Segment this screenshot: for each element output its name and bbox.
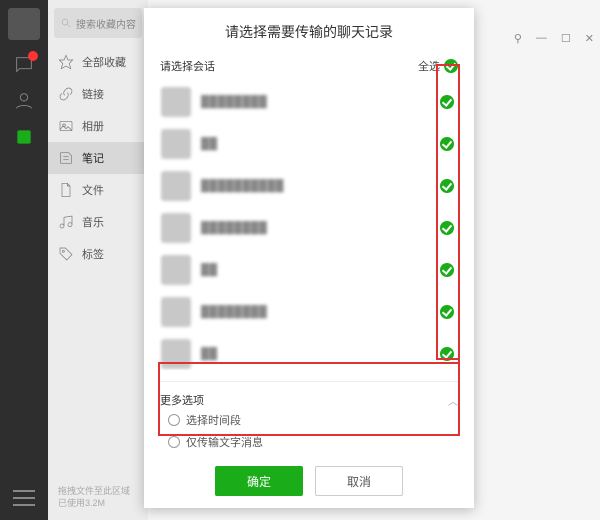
contacts-icon[interactable] [13, 90, 35, 112]
more-options: 选择时间段 仅传输文字消息 [144, 410, 474, 458]
list-item[interactable]: ████████ [159, 207, 458, 249]
conv-name: ██ [201, 264, 218, 276]
search-input[interactable]: 搜索收藏内容 [54, 8, 142, 38]
list-item[interactable]: ██ [159, 333, 458, 371]
sidebar-item-label: 相册 [82, 118, 104, 134]
conv-name: ██████████ [201, 180, 284, 192]
check-icon[interactable] [440, 179, 454, 193]
avatar-thumb [161, 297, 191, 327]
list-item[interactable]: ██ [159, 123, 458, 165]
avatar-thumb [161, 87, 191, 117]
close-icon[interactable]: ✕ [585, 32, 594, 45]
pin-icon[interactable]: ⚲ [514, 32, 522, 45]
sidebar-item-photos[interactable]: 相册 [48, 110, 148, 142]
nav-rail [0, 0, 48, 520]
avatar-thumb [161, 171, 191, 201]
check-icon[interactable] [440, 95, 454, 109]
sidebar-item-label: 全部收藏 [82, 54, 126, 70]
conv-name: ████████ [201, 96, 267, 108]
maximize-icon[interactable]: ☐ [561, 32, 571, 45]
opt-label: 选择时间段 [186, 412, 241, 428]
select-all-label: 全选 [418, 58, 440, 74]
conversation-list: ████████ ██ ██████████ ████████ ██ █████… [158, 80, 460, 371]
radio-icon [168, 414, 180, 426]
list-item[interactable]: ██ [159, 249, 458, 291]
check-icon [444, 59, 458, 73]
divider [160, 381, 458, 382]
check-icon[interactable] [440, 263, 454, 277]
favorites-icon[interactable] [13, 126, 35, 148]
dialog-buttons: 确定 取消 [144, 458, 474, 496]
sidebar-item-links[interactable]: 链接 [48, 78, 148, 110]
select-all-toggle[interactable]: 全选 [418, 58, 458, 74]
hamburger-icon[interactable] [13, 490, 35, 506]
check-icon[interactable] [440, 305, 454, 319]
dialog-title: 请选择需要传输的聊天记录 [144, 22, 474, 52]
list-item[interactable]: ██████████ [159, 165, 458, 207]
avatar-thumb [161, 213, 191, 243]
more-options-toggle[interactable]: 更多选项 ︿ [144, 386, 474, 410]
sidebar-item-label: 笔记 [82, 150, 104, 166]
list-item[interactable]: ████████ [159, 81, 458, 123]
radio-icon [168, 436, 180, 448]
opt-label: 仅传输文字消息 [186, 434, 263, 450]
favorites-sidebar: 搜索收藏内容 全部收藏 链接 相册 笔记 文件 音乐 标签 拖拽文件至此区域 已… [48, 0, 148, 520]
more-options-label: 更多选项 [160, 392, 204, 408]
sidebar-item-label: 标签 [82, 246, 104, 262]
list-item[interactable]: ████████ [159, 291, 458, 333]
search-placeholder: 搜索收藏内容 [76, 16, 136, 31]
check-icon[interactable] [440, 137, 454, 151]
storage-info: 拖拽文件至此区域 已使用3.2M [48, 479, 148, 520]
sidebar-item-label: 音乐 [82, 214, 104, 230]
unread-badge [28, 51, 38, 61]
avatar-thumb [161, 339, 191, 369]
minimize-icon[interactable]: — [536, 32, 547, 44]
conv-name: ██ [201, 138, 218, 150]
sidebar-item-label: 文件 [82, 182, 104, 198]
transfer-dialog: 请选择需要传输的聊天记录 请选择会话 全选 ████████ ██ ██████… [144, 8, 474, 508]
sidebar-item-notes[interactable]: 笔记 [48, 142, 148, 174]
check-icon[interactable] [440, 221, 454, 235]
opt-text-only[interactable]: 仅传输文字消息 [168, 434, 450, 450]
avatar-thumb [161, 129, 191, 159]
check-icon[interactable] [440, 347, 454, 361]
chevron-up-icon: ︿ [448, 393, 458, 408]
avatar-thumb [161, 255, 191, 285]
ok-button[interactable]: 确定 [215, 466, 303, 496]
conv-name: ██ [201, 348, 218, 360]
opt-time-range[interactable]: 选择时间段 [168, 412, 450, 428]
conv-name: ████████ [201, 306, 267, 318]
sidebar-item-music[interactable]: 音乐 [48, 206, 148, 238]
conv-name: ████████ [201, 222, 267, 234]
sidebar-item-all[interactable]: 全部收藏 [48, 46, 148, 78]
select-conversation-label: 请选择会话 [160, 58, 215, 74]
avatar[interactable] [8, 8, 40, 40]
sidebar-item-label: 链接 [82, 86, 104, 102]
window-controls: ⚲ — ☐ ✕ [474, 28, 594, 48]
sidebar-item-tags[interactable]: 标签 [48, 238, 148, 270]
cancel-button[interactable]: 取消 [315, 466, 403, 496]
sidebar-item-files[interactable]: 文件 [48, 174, 148, 206]
chat-icon[interactable] [13, 54, 35, 76]
